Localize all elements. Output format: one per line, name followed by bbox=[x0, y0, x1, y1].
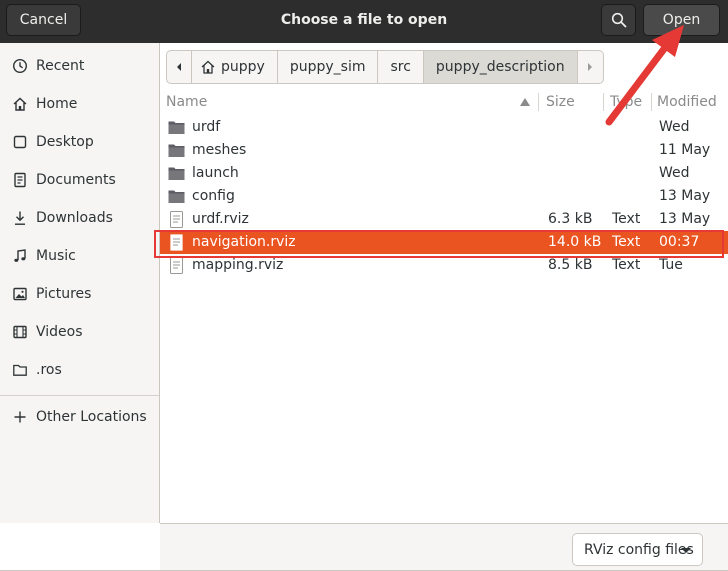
music-icon bbox=[11, 247, 29, 265]
column-divider bbox=[538, 93, 539, 111]
folder-icon bbox=[168, 190, 185, 203]
file-row-meshes[interactable]: meshes 11 May bbox=[160, 139, 728, 162]
home-icon bbox=[11, 95, 29, 113]
plus-icon bbox=[11, 408, 29, 426]
file-modified: 13 May bbox=[659, 211, 711, 227]
sidebar-item-pictures[interactable]: Pictures bbox=[0, 276, 159, 312]
file-type: Text bbox=[612, 211, 641, 227]
sidebar-divider bbox=[0, 395, 159, 396]
dialog-footer: RViz config files bbox=[160, 523, 728, 571]
path-segment-label: puppy_sim bbox=[289, 59, 366, 75]
sidebar-item-documents[interactable]: Documents bbox=[0, 162, 159, 198]
path-segment-puppy-sim[interactable]: puppy_sim bbox=[277, 50, 379, 84]
file-modified: 00:37 bbox=[659, 234, 700, 250]
file-row-navigation-rviz[interactable]: navigation.rviz 14.0 kB Text 00:37 bbox=[160, 231, 728, 254]
file-size: 6.3 kB bbox=[548, 211, 593, 227]
folder-icon bbox=[168, 167, 185, 180]
path-forward-button[interactable] bbox=[577, 50, 604, 84]
sidebar-item-home[interactable]: Home bbox=[0, 86, 159, 122]
sidebar-item-label: Videos bbox=[36, 324, 83, 340]
search-icon bbox=[611, 12, 626, 28]
path-back-button[interactable] bbox=[166, 50, 192, 84]
file-modified: 11 May bbox=[659, 142, 711, 158]
path-segment-puppy-description[interactable]: puppy_description bbox=[423, 50, 578, 84]
text-file-icon bbox=[170, 257, 183, 274]
sidebar-item-desktop[interactable]: Desktop bbox=[0, 124, 159, 160]
column-divider bbox=[603, 93, 604, 111]
column-modified-header[interactable]: Modified bbox=[657, 90, 717, 114]
file-row-urdf[interactable]: urdf Wed bbox=[160, 116, 728, 139]
column-size-header[interactable]: Size bbox=[546, 90, 575, 114]
cancel-button[interactable]: Cancel bbox=[6, 4, 81, 36]
path-segment-label: src bbox=[390, 59, 411, 75]
file-filter-label: RViz config files bbox=[584, 541, 694, 558]
videos-icon bbox=[11, 323, 29, 341]
path-segment-label: puppy_description bbox=[435, 59, 565, 75]
sidebar-item-recent[interactable]: Recent bbox=[0, 48, 159, 84]
sidebar-item-label: Downloads bbox=[36, 210, 113, 226]
path-segment-puppy[interactable]: puppy bbox=[192, 50, 278, 84]
file-list: Name Size Type Modified urdf Wed meshes … bbox=[160, 90, 728, 523]
file-modified: 13 May bbox=[659, 188, 711, 204]
sort-ascending-icon bbox=[520, 98, 530, 106]
pictures-icon bbox=[11, 285, 29, 303]
column-type-header[interactable]: Type bbox=[610, 90, 642, 114]
sidebar-item-label: Music bbox=[36, 248, 76, 264]
file-name: navigation.rviz bbox=[192, 234, 296, 250]
downloads-icon bbox=[11, 209, 29, 227]
file-name: urdf.rviz bbox=[192, 211, 249, 227]
file-name: launch bbox=[192, 165, 239, 181]
text-file-icon bbox=[170, 211, 183, 228]
file-name: mapping.rviz bbox=[192, 257, 284, 273]
file-name: meshes bbox=[192, 142, 247, 158]
file-row-config[interactable]: config 13 May bbox=[160, 185, 728, 208]
folder-icon bbox=[168, 121, 185, 134]
open-button[interactable]: Open bbox=[643, 4, 720, 36]
file-row-urdf-rviz[interactable]: urdf.rviz 6.3 kB Text 13 May bbox=[160, 208, 728, 231]
file-modified: Tue bbox=[659, 257, 683, 273]
folder-icon bbox=[168, 144, 185, 157]
sidebar-item-label: Recent bbox=[36, 58, 85, 74]
text-file-icon bbox=[170, 234, 183, 251]
path-segment-label: puppy bbox=[221, 59, 265, 75]
header-bar: Cancel Choose a file to open Open bbox=[0, 0, 728, 43]
sidebar-item-ros[interactable]: .ros bbox=[0, 352, 159, 388]
chevron-left-icon bbox=[177, 63, 181, 71]
sidebar-item-label: Home bbox=[36, 96, 78, 112]
column-header: Name Size Type Modified bbox=[160, 90, 728, 114]
file-name: urdf bbox=[192, 119, 221, 135]
sidebar-item-label: Pictures bbox=[36, 286, 92, 302]
desktop-icon bbox=[11, 133, 29, 151]
file-row-mapping-rviz[interactable]: mapping.rviz 8.5 kB Text Tue bbox=[160, 254, 728, 277]
clock-icon bbox=[11, 57, 29, 75]
file-type: Text bbox=[612, 257, 641, 273]
places-sidebar: Recent Home Desktop Documents Downloads … bbox=[0, 43, 160, 523]
sidebar-item-label: Desktop bbox=[36, 134, 94, 150]
sidebar-item-other-locations[interactable]: Other Locations bbox=[0, 399, 159, 435]
path-segment-src[interactable]: src bbox=[378, 50, 424, 84]
sidebar-item-label: .ros bbox=[36, 362, 62, 378]
file-size: 14.0 kB bbox=[548, 234, 602, 250]
column-divider bbox=[651, 93, 652, 111]
home-icon bbox=[201, 60, 215, 74]
file-name: config bbox=[192, 188, 235, 204]
file-filter-dropdown[interactable]: RViz config files bbox=[572, 533, 703, 566]
sidebar-item-music[interactable]: Music bbox=[0, 238, 159, 274]
chevron-right-icon bbox=[588, 63, 593, 71]
search-button[interactable] bbox=[601, 4, 636, 36]
file-row-launch[interactable]: launch Wed bbox=[160, 162, 728, 185]
file-size: 8.5 kB bbox=[548, 257, 593, 273]
sidebar-item-videos[interactable]: Videos bbox=[0, 314, 159, 350]
file-type: Text bbox=[612, 234, 641, 250]
path-bar: puppy puppy_sim src puppy_description bbox=[166, 50, 604, 84]
file-modified: Wed bbox=[659, 119, 690, 135]
sidebar-item-label: Documents bbox=[36, 172, 116, 188]
chevron-down-icon bbox=[681, 548, 691, 553]
documents-icon bbox=[11, 171, 29, 189]
column-name-header[interactable]: Name bbox=[166, 90, 207, 114]
sidebar-item-downloads[interactable]: Downloads bbox=[0, 200, 159, 236]
sidebar-item-label: Other Locations bbox=[36, 409, 147, 425]
file-modified: Wed bbox=[659, 165, 690, 181]
folder-icon bbox=[11, 361, 29, 379]
